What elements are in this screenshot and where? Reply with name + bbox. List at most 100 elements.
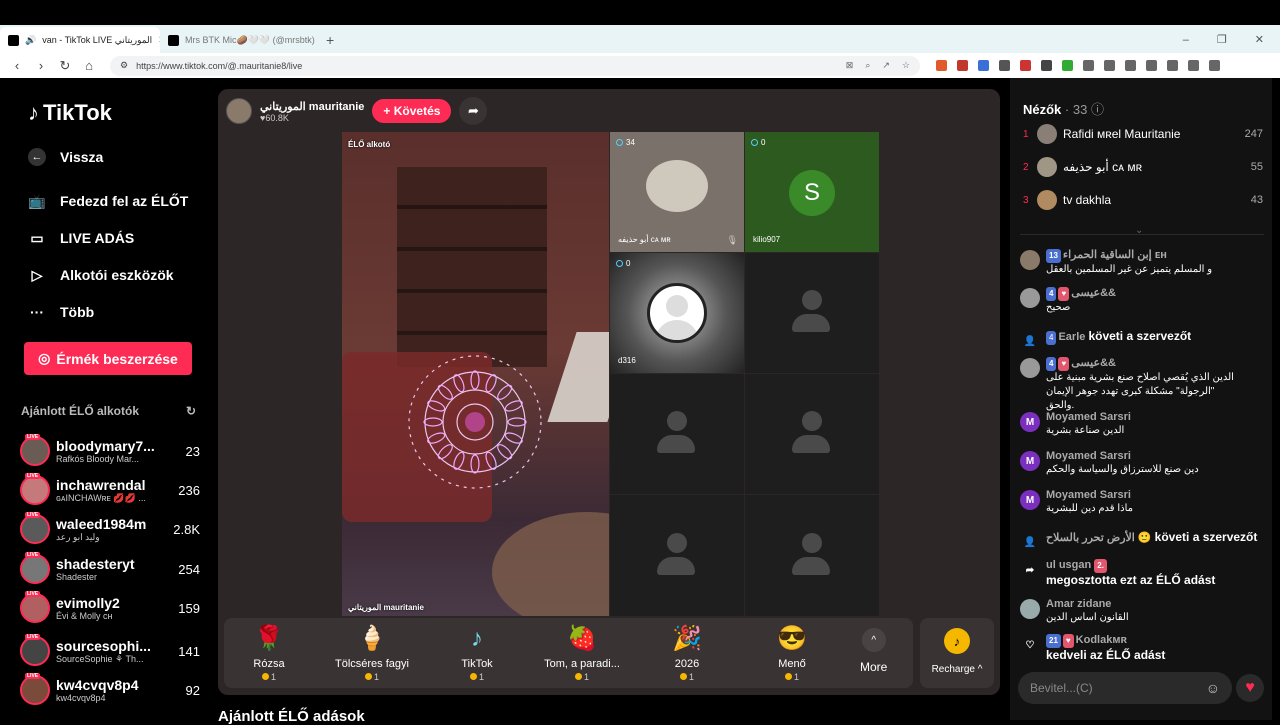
avatar[interactable] bbox=[1020, 250, 1040, 270]
nav-live[interactable]: ▭ LIVE ADÁS bbox=[28, 229, 134, 247]
coin-icon bbox=[261, 673, 269, 680]
zoom-icon[interactable]: ⌕ bbox=[865, 60, 870, 71]
creator-name: evimolly2 bbox=[56, 595, 120, 611]
creator-item[interactable]: LIVE evimolly2 Évi & Molly ᴄʜ 159 bbox=[20, 590, 200, 626]
emoji-icon[interactable]: ☺ bbox=[1206, 680, 1220, 696]
guest-tile[interactable]: S 0 kilio907 bbox=[745, 132, 879, 252]
chat-text: követi a szervezőt bbox=[1088, 329, 1192, 343]
guest-tile[interactable]: 34 أبو حذيفه ᴄᴀ ᴍʀ 🎙 bbox=[610, 132, 744, 252]
maximize-icon[interactable]: ❐ bbox=[1217, 27, 1227, 53]
follow-button[interactable]: + Követés bbox=[372, 99, 452, 123]
main-video[interactable]: ÉLŐ alkotó الموريتاني mauritanie bbox=[342, 132, 609, 616]
like-heart-button[interactable]: ♥ bbox=[1236, 674, 1264, 702]
chat-message: 4 ♥ عيسى&& الدين الذي يُقصي اصلاح صنع بشري… bbox=[1020, 356, 1266, 413]
creator-item[interactable]: LIVE bloodymary7... Rafkós Bloody Mar... … bbox=[20, 433, 200, 469]
wallet-icon[interactable] bbox=[1167, 60, 1178, 71]
avatar[interactable]: M bbox=[1020, 451, 1040, 471]
share-page-icon[interactable]: ↗ bbox=[882, 60, 890, 71]
gift-cool[interactable]: 😎 Menő 1 bbox=[747, 624, 837, 682]
close-window-icon[interactable]: ✕ bbox=[1255, 27, 1264, 53]
shield-extension-icon[interactable] bbox=[936, 60, 947, 71]
menu-icon[interactable] bbox=[1209, 60, 1220, 71]
empty-seat[interactable] bbox=[610, 495, 744, 616]
more-gifts-button[interactable]: ^ More bbox=[860, 628, 887, 674]
host-name[interactable]: الموريتاني mauritanie bbox=[260, 100, 364, 113]
extension-icon[interactable] bbox=[1083, 60, 1094, 71]
creator-item[interactable]: LIVE inchawrendal ɢᴀINCHAWʀᴇ 💋💋 ... 236 bbox=[20, 472, 200, 508]
creator-item[interactable]: LIVE sourcesophi... SourceSophie ⚘ Th... … bbox=[20, 633, 200, 669]
get-coins-button[interactable]: ◎ Érmék beszerzése bbox=[24, 342, 192, 375]
empty-seat[interactable] bbox=[610, 374, 744, 494]
top-viewer[interactable]: 2 أبو حذيفه ᴄᴀ ᴍʀ 55 bbox=[1023, 157, 1263, 177]
site-info-icon[interactable]: ⚙ bbox=[120, 60, 128, 71]
avatar[interactable] bbox=[1020, 288, 1040, 308]
media-icon[interactable] bbox=[1125, 60, 1136, 71]
avatar[interactable] bbox=[1020, 358, 1040, 378]
coin-icon bbox=[679, 673, 687, 680]
empty-seat[interactable] bbox=[745, 253, 879, 373]
sidebar-icon[interactable] bbox=[1146, 60, 1157, 71]
chat-username[interactable]: Earle bbox=[1058, 331, 1085, 343]
empty-seat[interactable] bbox=[745, 374, 879, 494]
top-viewer[interactable]: 1 Rafidi ᴍʀel Mauritanie 247 bbox=[1023, 124, 1263, 144]
gift-2026[interactable]: 🎉 2026 1 bbox=[642, 624, 732, 682]
chat-username[interactable]: عيسى&& bbox=[1071, 357, 1116, 369]
new-tab-icon[interactable]: + bbox=[320, 27, 340, 53]
viewer-icon bbox=[616, 260, 623, 267]
nav-back[interactable]: ← Vissza bbox=[28, 148, 103, 166]
avatar[interactable]: M bbox=[1020, 412, 1040, 432]
chat-username[interactable]: Kodlakᴍʀ bbox=[1076, 634, 1127, 646]
share-icon[interactable]: ➦ bbox=[459, 97, 488, 125]
back-icon[interactable]: ‹ bbox=[10, 58, 24, 73]
empty-seat[interactable] bbox=[745, 495, 879, 616]
reload-icon[interactable]: ↻ bbox=[58, 58, 72, 74]
gift-tiktok[interactable]: ♪ TikTok 1 bbox=[432, 624, 522, 682]
gift-rose[interactable]: 🌹 Rózsa 1 bbox=[224, 624, 314, 682]
nav-more[interactable]: ··· Több bbox=[28, 303, 94, 321]
extension-icon[interactable] bbox=[978, 60, 989, 71]
avatar[interactable]: M bbox=[1020, 490, 1040, 510]
gift-tomato[interactable]: 🍓 Tom, a paradi... 1 bbox=[537, 624, 627, 682]
home-icon[interactable]: ⌂ bbox=[82, 58, 96, 73]
top-viewer[interactable]: 3 tv dakhla 43 bbox=[1023, 190, 1263, 210]
translate-icon[interactable]: ⊠ bbox=[846, 60, 854, 71]
extension-icon[interactable] bbox=[1062, 60, 1073, 71]
viewer-count: 141 bbox=[178, 643, 200, 659]
recharge-button[interactable]: ♪ Recharge ^ bbox=[920, 618, 994, 688]
triangle-extension-icon[interactable] bbox=[957, 60, 968, 71]
refresh-icon[interactable]: ↻ bbox=[186, 404, 196, 418]
chat-username[interactable]: الأرض تحرر بالسلاح 🙂 bbox=[1046, 532, 1152, 544]
chat-username[interactable]: ul usgan bbox=[1046, 559, 1091, 571]
chat-username[interactable]: Amar zidane bbox=[1046, 597, 1129, 611]
guest-tile[interactable]: 0 d316 bbox=[610, 253, 744, 373]
chat-username[interactable]: إبن الساقية الحمراء ᴇʜ bbox=[1063, 249, 1167, 261]
browser-tab[interactable]: Mrs BTK Mic🥔🤍🤍 (@mrsbtk) bbox=[160, 27, 320, 53]
chat-input[interactable]: Bevitel...(C) ☺ bbox=[1018, 672, 1232, 704]
tiktok-logo[interactable]: ♪ TikTok bbox=[28, 100, 112, 126]
bookmark-icon[interactable]: ☆ bbox=[902, 60, 910, 71]
extension-icon[interactable] bbox=[1020, 60, 1031, 71]
avatar[interactable] bbox=[1020, 599, 1040, 619]
chat-text: kedveli az ÉLŐ adást bbox=[1046, 648, 1166, 662]
host-avatar[interactable] bbox=[226, 98, 252, 124]
puzzle-icon[interactable] bbox=[1104, 60, 1115, 71]
browser-tab-active[interactable]: 🔊 van - TikTok LIVE الموريتاني ✕ bbox=[0, 27, 160, 53]
extension-icon[interactable] bbox=[1041, 60, 1052, 71]
creator-item[interactable]: LIVE shadesteryt Shadester 254 bbox=[20, 551, 200, 587]
info-icon[interactable]: ⓘ bbox=[1091, 102, 1104, 117]
chat-username[interactable]: Moyamed Sarsri bbox=[1046, 488, 1133, 502]
nav-creator-tools[interactable]: ▷ Alkotói eszközök bbox=[28, 266, 174, 284]
chat-username[interactable]: عيسى&& bbox=[1071, 287, 1116, 299]
creator-nickname: Rafkós Bloody Mar... bbox=[56, 454, 140, 464]
chat-username[interactable]: Moyamed Sarsri bbox=[1046, 410, 1131, 424]
extension-icon[interactable] bbox=[999, 60, 1010, 71]
gift-ice-cream[interactable]: 🍦 Tölcséres fagyi 1 bbox=[327, 624, 417, 682]
creator-item[interactable]: LIVE waleed1984m وليد ابو رعد 2.8K bbox=[20, 511, 200, 547]
nav-explore-live[interactable]: 📺 Fedezd fel az ÉLŐT bbox=[28, 192, 188, 210]
vpn-icon[interactable] bbox=[1188, 60, 1199, 71]
creator-item[interactable]: LIVE kw4cvqv8p4 kw4cvqv8p4 92 bbox=[20, 672, 200, 708]
url-field[interactable]: ⚙ https://www.tiktok.com/@.mauritanie8/l… bbox=[110, 55, 920, 76]
forward-icon[interactable]: › bbox=[34, 58, 48, 73]
chat-username[interactable]: Moyamed Sarsri bbox=[1046, 449, 1199, 463]
minimize-icon[interactable]: – bbox=[1183, 27, 1189, 53]
